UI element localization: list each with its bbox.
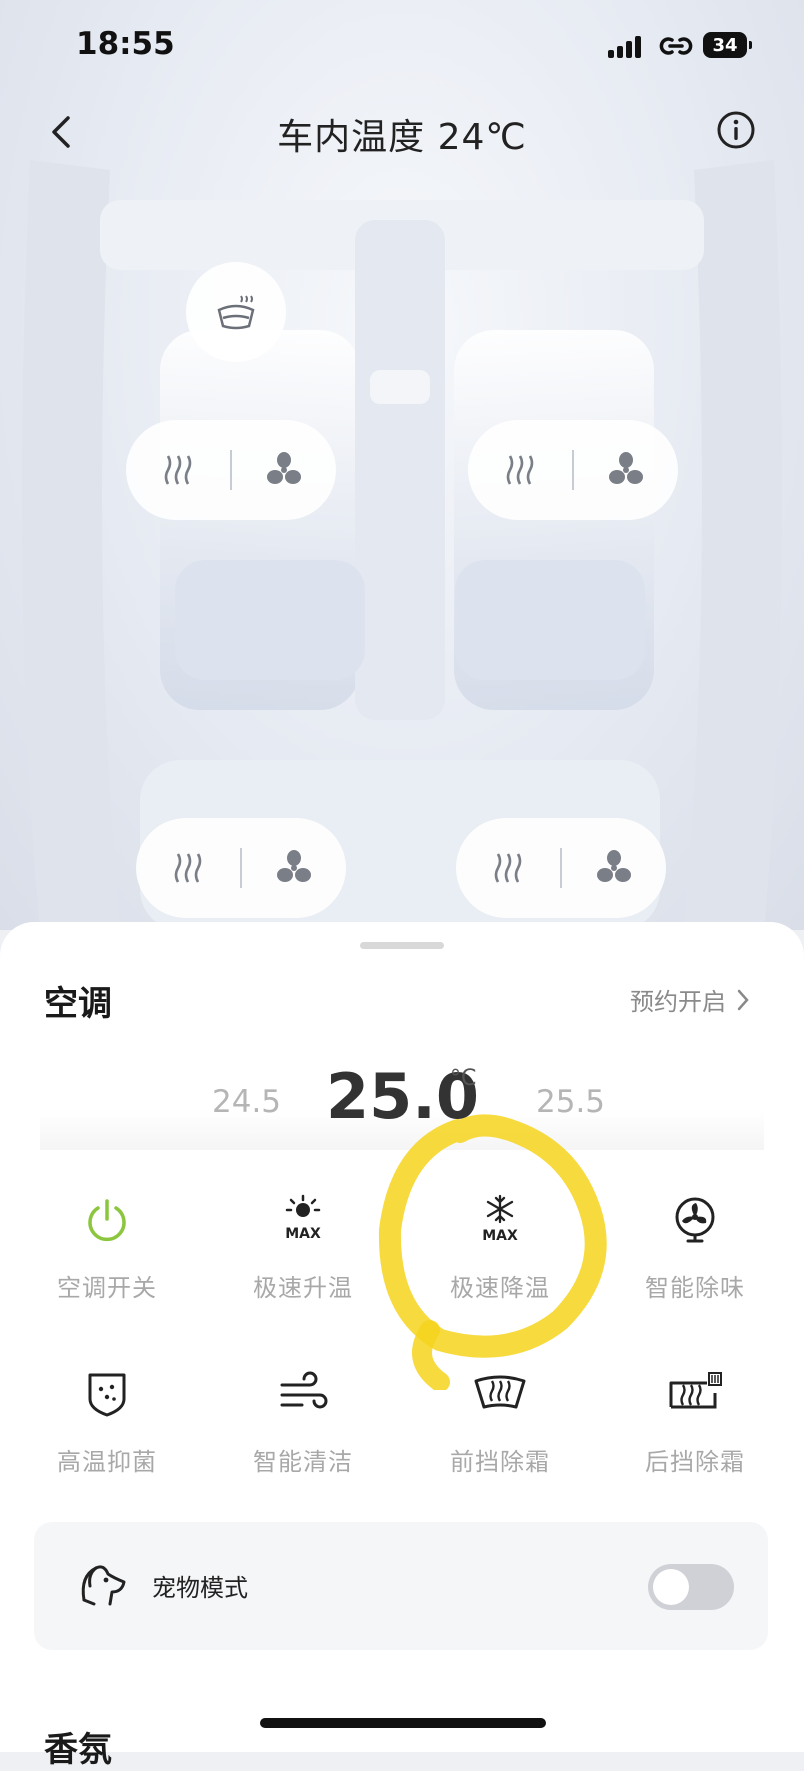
seat-control-front-left — [126, 420, 336, 520]
dog-icon — [81, 1565, 126, 1606]
reserve-start-label: 预约开启 — [630, 988, 726, 1016]
seat-control-rear-left — [136, 818, 346, 918]
pet-mode-toggle[interactable] — [648, 1564, 734, 1610]
ac-section-title: 空调 — [44, 984, 112, 1024]
status-bar: 18:55 34 — [0, 0, 804, 90]
power-icon — [77, 1190, 137, 1250]
rear-defrost-icon — [665, 1364, 725, 1424]
ac-power-button[interactable]: 空调开关 — [12, 1190, 202, 1330]
high-temp-sterilize-button[interactable]: 高温抑菌 — [12, 1364, 202, 1504]
temp-option-next[interactable]: 25.5 — [536, 1084, 605, 1120]
smart-deodorize-label: 智能除味 — [645, 1274, 745, 1302]
seat-vent-button-rear-right[interactable] — [562, 818, 666, 918]
status-time: 18:55 — [76, 26, 175, 62]
reserve-start-link[interactable]: 预约开启 — [630, 982, 750, 1017]
seat-heat-button-front-right[interactable] — [468, 420, 572, 520]
hotspot-link-icon — [659, 37, 693, 55]
ac-power-label: 空调开关 — [57, 1274, 157, 1302]
seat-heat-button-front-left[interactable] — [126, 420, 230, 520]
rapid-heat-button[interactable]: MAX 极速升温 — [208, 1190, 398, 1330]
signal-icon — [608, 34, 650, 58]
fan-icon — [665, 1190, 725, 1250]
pet-mode-card: 宠物模式 — [34, 1522, 768, 1650]
rear-defrost-label: 后挡除霜 — [645, 1448, 745, 1476]
rapid-heat-label: 极速升温 — [253, 1274, 353, 1302]
rapid-cool-button[interactable]: MAX 极速降温 — [405, 1190, 595, 1330]
temperature-picker[interactable]: 24.5 25.0 °C 25.5 — [0, 1050, 804, 1150]
seat-heat-icon — [506, 455, 534, 485]
sheet-drag-handle[interactable] — [360, 942, 444, 949]
seat-heat-button-rear-left[interactable] — [136, 818, 240, 918]
pet-mode-label: 宠物模式 — [152, 1574, 248, 1602]
seat-heat-icon — [174, 853, 202, 883]
seat-fan-icon — [597, 850, 631, 882]
seat-fan-icon — [277, 850, 311, 882]
seat-fan-icon — [267, 452, 301, 484]
rapid-cool-label: 极速降温 — [450, 1274, 550, 1302]
svg-text:MAX: MAX — [285, 1226, 321, 1242]
seat-control-rear-right — [456, 818, 666, 918]
home-indicator[interactable] — [260, 1718, 546, 1728]
snow-max-icon: MAX — [470, 1190, 530, 1250]
battery-indicator: 34 — [703, 32, 752, 58]
toggle-knob — [653, 1569, 689, 1605]
svg-text:MAX: MAX — [482, 1228, 518, 1244]
seat-heat-icon — [164, 455, 192, 485]
wind-icon — [273, 1364, 333, 1424]
temp-option-prev[interactable]: 24.5 — [212, 1084, 281, 1120]
high-temp-sterilize-label: 高温抑菌 — [57, 1448, 157, 1476]
rear-defrost-button[interactable]: 后挡除霜 — [600, 1364, 790, 1504]
steering-wheel-heat-button[interactable] — [186, 262, 286, 362]
seat-heat-button-rear-right[interactable] — [456, 818, 560, 918]
seat-fan-icon — [609, 452, 643, 484]
temp-unit: °C — [450, 1066, 477, 1091]
seat-heat-icon — [494, 853, 522, 883]
smart-clean-label: 智能清洁 — [253, 1448, 353, 1476]
steering-wheel-heat-icon — [217, 295, 255, 330]
seat-control-front-right — [468, 420, 678, 520]
shield-icon — [77, 1364, 137, 1424]
climate-sheet: 空调 预约开启 24.5 25.0 °C 25.5 空调开关 MAX 极速升温 … — [0, 922, 804, 1770]
seat-vent-button-rear-left[interactable] — [242, 818, 346, 918]
chevron-right-icon — [737, 989, 749, 1010]
smart-clean-button[interactable]: 智能清洁 — [208, 1364, 398, 1504]
seat-vent-button-front-left[interactable] — [232, 420, 336, 520]
smart-deodorize-button[interactable]: 智能除味 — [600, 1190, 790, 1330]
front-defrost-label: 前挡除霜 — [450, 1448, 550, 1476]
front-defrost-button[interactable]: 前挡除霜 — [405, 1364, 595, 1504]
page-title: 车内温度 24℃ — [277, 117, 527, 158]
fragrance-section-title: 香氛 — [44, 1730, 112, 1770]
sun-max-icon: MAX — [273, 1190, 333, 1250]
front-defrost-icon — [470, 1364, 530, 1424]
info-icon[interactable] — [716, 110, 756, 150]
seat-vent-button-front-right[interactable] — [574, 420, 678, 520]
